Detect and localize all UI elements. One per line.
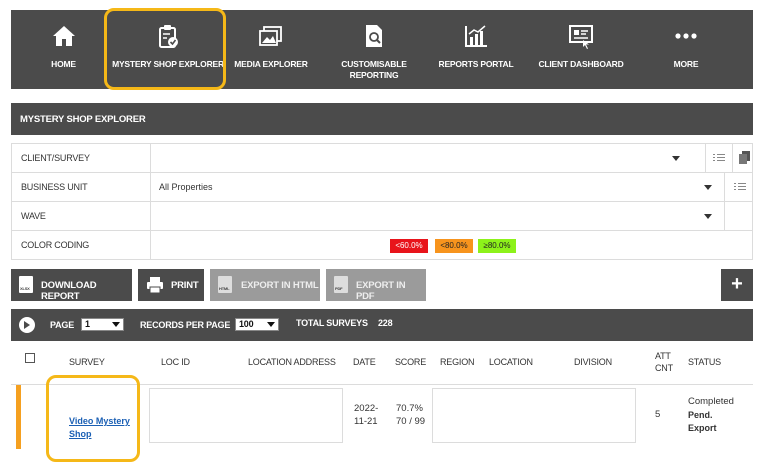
color-coding-label: COLOR CODING bbox=[21, 240, 90, 250]
print-label: PRINT bbox=[171, 280, 199, 291]
active-nav-highlight bbox=[104, 8, 226, 90]
filter-row-client-survey: CLIENT/SURVEY bbox=[11, 143, 753, 173]
export-pdf-button[interactable]: PDF EXPORT IN PDF bbox=[326, 269, 426, 302]
html-file-icon: HTML bbox=[218, 276, 232, 293]
select-all-checkbox[interactable] bbox=[25, 353, 35, 363]
col-date[interactable]: DATE bbox=[353, 357, 376, 367]
section-title: MYSTERY SHOP EXPLORER bbox=[11, 103, 753, 135]
color-coding-legend: <60.0% <80.0% ≥80.0% bbox=[150, 231, 753, 259]
nav-media-explorer-label: MEDIA EXPLORER bbox=[234, 59, 308, 69]
filter-row-business-unit: BUSINESS UNIT All Properties bbox=[11, 173, 753, 202]
chevron-down-icon bbox=[704, 214, 712, 219]
col-loc-id[interactable]: LOC ID bbox=[161, 357, 190, 367]
status-flags: Pend. Export bbox=[688, 410, 717, 433]
col-score[interactable]: SCORE bbox=[395, 357, 426, 367]
records-per-page-select[interactable]: 100 bbox=[235, 318, 279, 331]
print-button[interactable]: PRINT bbox=[138, 269, 204, 301]
nav-reports-portal-label: REPORTS PORTAL bbox=[438, 59, 514, 69]
records-per-page-label: RECORDS PER PAGE bbox=[140, 320, 231, 330]
filter-row-wave: WAVE bbox=[11, 202, 753, 231]
nav-more[interactable]: MORE bbox=[651, 10, 721, 89]
swatch-below-60: <60.0% bbox=[390, 239, 428, 253]
printer-icon bbox=[147, 277, 163, 294]
client-survey-select[interactable] bbox=[150, 144, 705, 172]
nav-home-label: HOME bbox=[51, 59, 76, 69]
nav-more-label: MORE bbox=[673, 59, 699, 69]
score-cell: 70.7% 70 / 99 bbox=[396, 403, 426, 427]
client-survey-copy-button[interactable] bbox=[732, 144, 754, 172]
col-division[interactable]: DIVISION bbox=[574, 357, 612, 367]
client-survey-list-button[interactable] bbox=[705, 144, 732, 172]
filter-row-color-coding: COLOR CODING <60.0% <80.0% ≥80.0% bbox=[11, 231, 753, 260]
business-unit-value: All Properties bbox=[159, 182, 213, 192]
copy-icon bbox=[739, 151, 750, 164]
loc-id-address-cell bbox=[149, 388, 343, 443]
region-location-division-cell bbox=[432, 388, 636, 443]
wave-select[interactable] bbox=[150, 202, 733, 230]
pdf-file-icon: PDF bbox=[334, 276, 348, 293]
page-select-value: 1 bbox=[85, 319, 90, 329]
col-status[interactable]: STATUS bbox=[688, 357, 721, 367]
records-per-page-value: 100 bbox=[239, 319, 254, 329]
col-survey[interactable]: SURVEY bbox=[69, 357, 105, 367]
business-unit-select[interactable]: All Properties bbox=[150, 173, 733, 201]
att-cnt-cell: 5 bbox=[655, 409, 661, 420]
chevron-down-icon bbox=[704, 185, 712, 190]
row-status-marker bbox=[16, 385, 21, 449]
page-select[interactable]: 1 bbox=[81, 318, 124, 331]
export-pdf-label: EXPORT IN PDF bbox=[356, 280, 406, 302]
business-unit-list-button[interactable] bbox=[724, 173, 754, 201]
date-cell: 2022- 11-21 bbox=[354, 403, 379, 427]
nav-media-explorer[interactable]: MEDIA EXPLORER bbox=[231, 10, 311, 89]
document-search-icon bbox=[366, 25, 382, 47]
survey-cell-highlight bbox=[46, 375, 140, 462]
more-dots-icon bbox=[675, 33, 697, 39]
nav-customisable-reporting[interactable]: CUSTOMISABLE REPORTING bbox=[329, 10, 419, 89]
wave-empty-cell bbox=[724, 202, 754, 230]
wave-label: WAVE bbox=[21, 211, 46, 221]
total-surveys-value: 228 bbox=[378, 318, 393, 328]
pager-bar: PAGE 1 RECORDS PER PAGE 100 TOTAL SURVEY… bbox=[11, 309, 753, 341]
add-button[interactable]: + bbox=[721, 269, 753, 301]
export-html-button[interactable]: HTML EXPORT IN HTML bbox=[210, 269, 320, 301]
swatch-below-80: <80.0% bbox=[435, 239, 473, 253]
bar-chart-icon bbox=[465, 25, 487, 47]
nav-home[interactable]: HOME bbox=[26, 10, 101, 89]
arrow-right-circle-icon[interactable] bbox=[19, 317, 35, 333]
xlsx-file-icon: XLSX bbox=[19, 276, 33, 293]
chevron-down-icon bbox=[672, 156, 680, 161]
nav-client-dashboard-label: CLIENT DASHBOARD bbox=[538, 59, 624, 69]
dashboard-icon bbox=[569, 25, 593, 49]
col-region[interactable]: REGION bbox=[440, 357, 475, 367]
images-icon bbox=[259, 26, 282, 46]
list-icon bbox=[713, 152, 725, 163]
nav-reports-portal[interactable]: REPORTS PORTAL bbox=[436, 10, 516, 89]
nav-customisable-reporting-label: CUSTOMISABLE REPORTING bbox=[341, 59, 407, 80]
home-icon bbox=[52, 26, 75, 46]
col-location[interactable]: LOCATION bbox=[489, 357, 533, 367]
export-html-label: EXPORT IN HTML bbox=[241, 280, 319, 291]
client-survey-label: CLIENT/SURVEY bbox=[21, 153, 90, 163]
business-unit-label: BUSINESS UNIT bbox=[21, 182, 88, 192]
col-location-address[interactable]: LOCATION ADDRESS bbox=[248, 357, 336, 367]
page-label: PAGE bbox=[50, 320, 75, 330]
swatch-above-80: ≥80.0% bbox=[478, 239, 516, 253]
total-surveys-label: TOTAL SURVEYS bbox=[296, 318, 368, 328]
download-report-button[interactable]: XLSX DOWNLOAD REPORT bbox=[11, 269, 132, 302]
list-icon bbox=[734, 181, 746, 192]
download-report-label: DOWNLOAD REPORT bbox=[41, 280, 97, 302]
nav-client-dashboard[interactable]: CLIENT DASHBOARD bbox=[531, 10, 631, 89]
status-cell: Completed bbox=[688, 396, 734, 407]
col-att-cnt[interactable]: ATT CNT bbox=[655, 350, 673, 374]
